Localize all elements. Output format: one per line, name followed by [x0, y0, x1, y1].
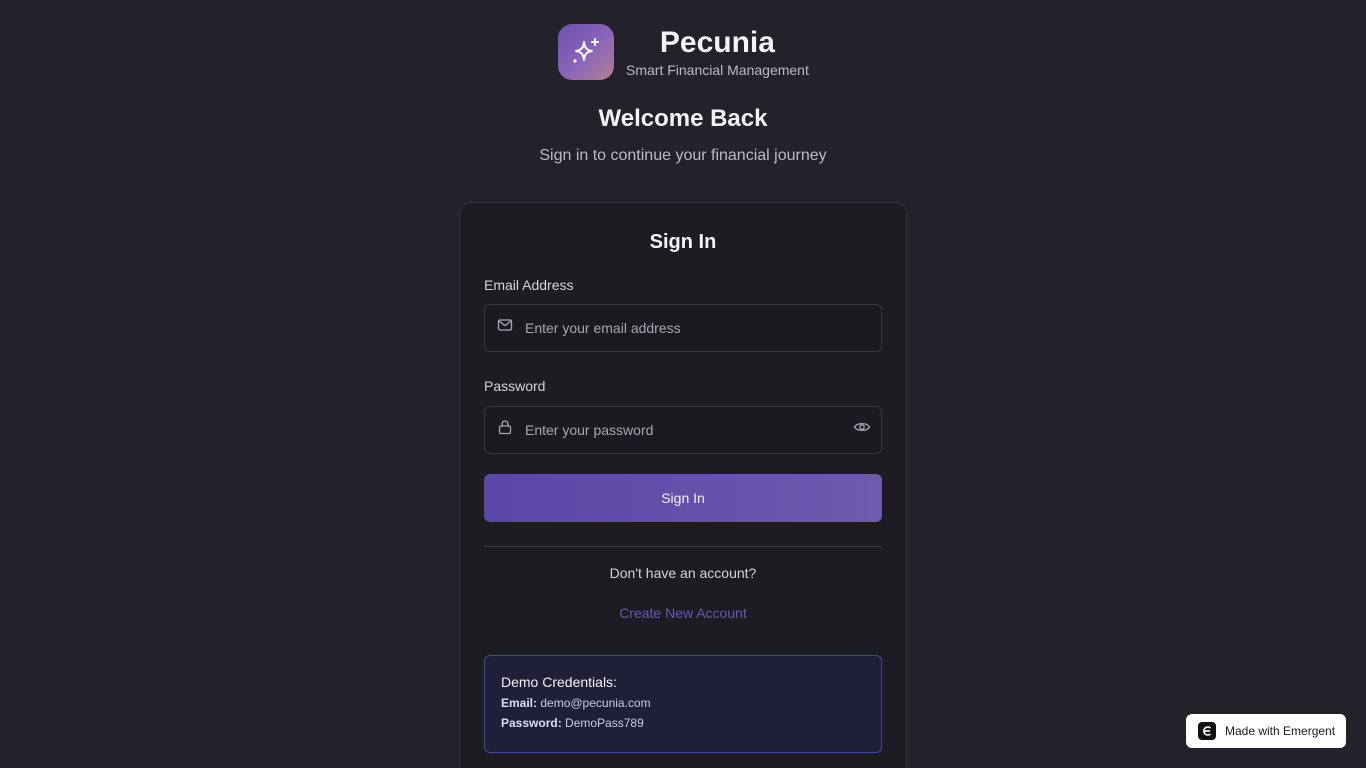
welcome-subtitle: Sign in to continue your financial journ… — [539, 147, 827, 164]
lock-icon — [498, 420, 512, 435]
demo-email-value: demo@pecunia.com — [540, 696, 651, 710]
password-field[interactable] — [484, 406, 882, 454]
demo-password-value: DemoPass789 — [565, 716, 644, 730]
brand-header: Pecunia Smart Financial Management — [558, 24, 809, 80]
sign-in-card: Sign In Email Address Password Sign In D… — [459, 202, 907, 768]
password-label: Password — [484, 378, 546, 394]
email-label: Email Address — [484, 277, 574, 293]
no-account-text: Don't have an account? — [609, 565, 757, 581]
demo-title: Demo Credentials: — [501, 674, 617, 690]
demo-password-key: Password: — [501, 716, 562, 730]
mail-icon — [497, 319, 513, 331]
demo-email-line: Email: demo@pecunia.com — [501, 696, 865, 710]
email-field[interactable] — [484, 304, 882, 352]
sparkles-icon — [573, 38, 599, 63]
welcome-title: Welcome Back — [598, 105, 768, 132]
password-input[interactable] — [525, 407, 835, 453]
email-input[interactable] — [525, 305, 835, 351]
create-account-link[interactable]: Create New Account — [460, 605, 906, 621]
demo-password-line: Password: DemoPass789 — [501, 716, 865, 730]
demo-credentials-box: Demo Credentials: Email: demo@pecunia.co… — [484, 655, 882, 753]
made-with-emergent-badge[interactable]: Made with Emergent — [1186, 714, 1346, 748]
divider — [484, 546, 882, 547]
emergent-logo-icon — [1198, 722, 1216, 740]
badge-label: Made with Emergent — [1225, 724, 1336, 738]
sign-in-button[interactable]: Sign In — [484, 474, 882, 522]
app-name: Pecunia — [659, 26, 775, 59]
eye-icon[interactable] — [853, 419, 871, 435]
demo-email-key: Email: — [501, 696, 538, 710]
app-logo — [558, 24, 614, 80]
card-title: Sign In — [649, 231, 717, 253]
app-tagline: Smart Financial Management — [626, 62, 809, 78]
